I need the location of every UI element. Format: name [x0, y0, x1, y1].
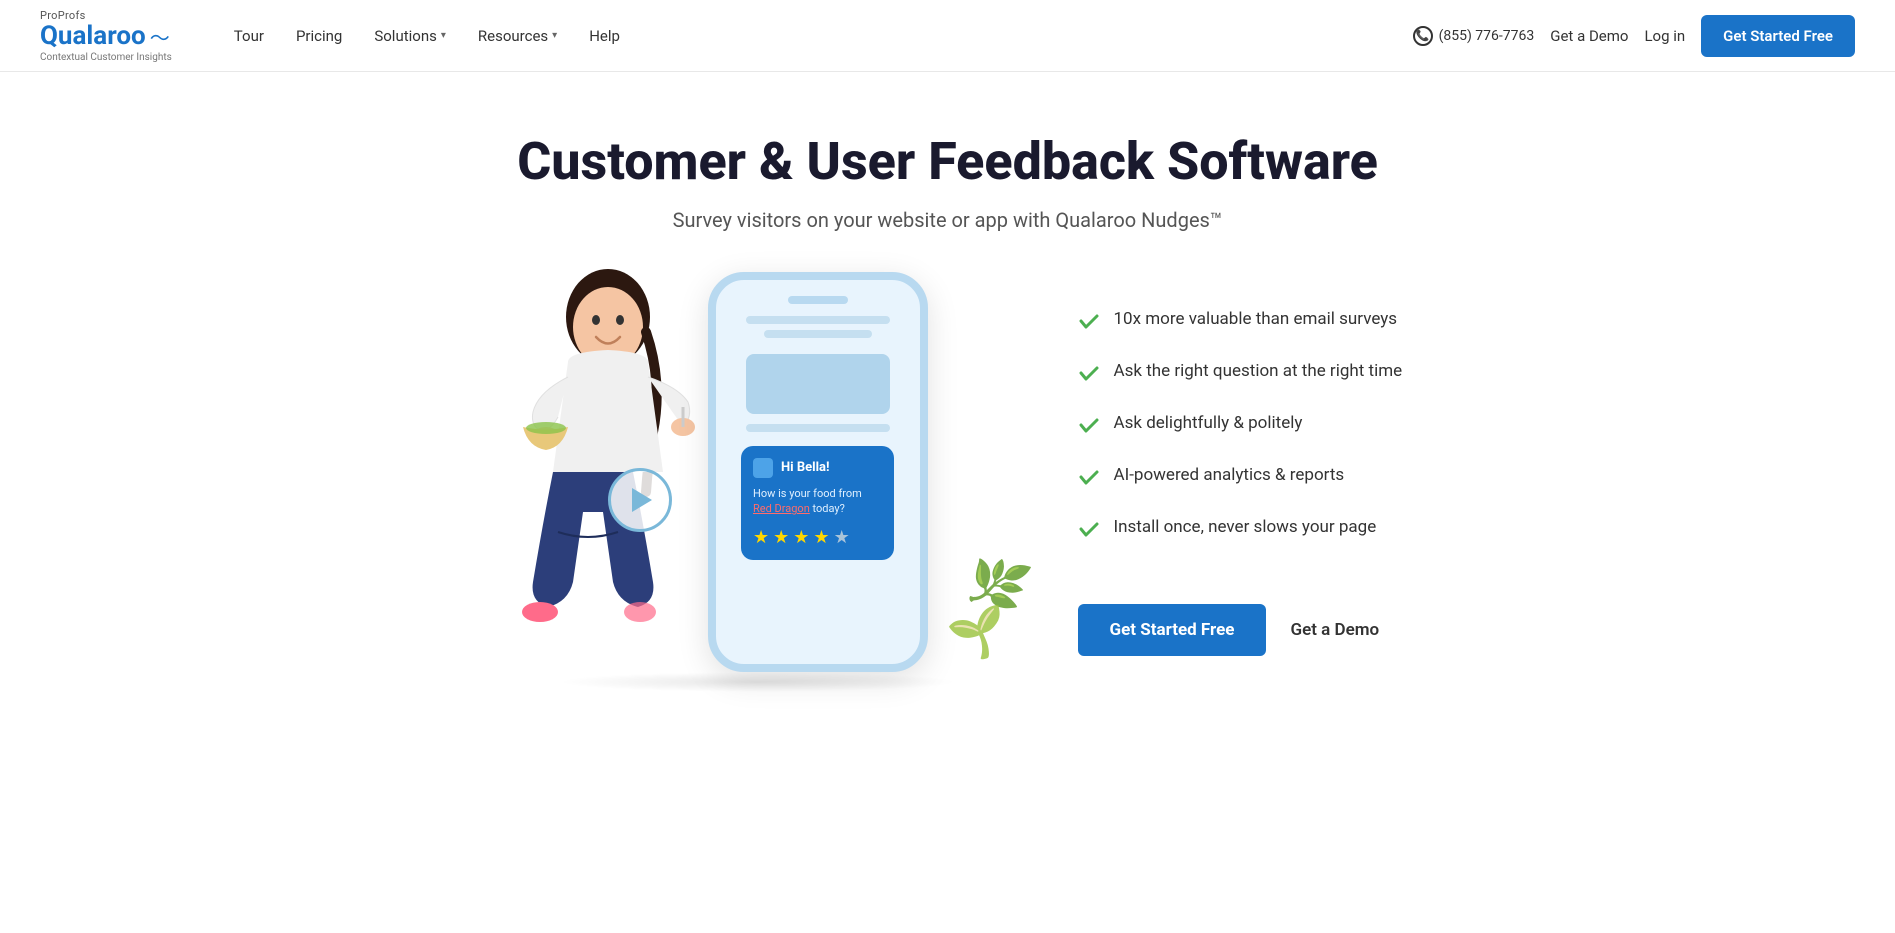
play-button[interactable]: [608, 468, 672, 532]
feature-text-2: Ask the right question at the right time: [1114, 360, 1403, 384]
hero-title: Customer & User Feedback Software: [517, 132, 1378, 192]
nav-login-link[interactable]: Log in: [1644, 27, 1685, 45]
nav-right: 📞 (855) 776-7763 Get a Demo Log in Get S…: [1413, 15, 1855, 57]
nav-links: Tour Pricing Solutions ▾ Resources ▾ Hel…: [220, 19, 1413, 53]
star-3[interactable]: ★: [793, 527, 809, 548]
hero-content: Hi Bella! How is your food from Red Drag…: [348, 272, 1548, 692]
feature-item-5: Install once, never slows your page: [1078, 516, 1418, 540]
phone-notch: [788, 296, 848, 304]
phone-line-1: [746, 316, 890, 324]
feature-item-1: 10x more valuable than email surveys: [1078, 308, 1418, 332]
logo-link[interactable]: ProProfs Qualaroo 〜 Contextual Customer …: [40, 9, 172, 63]
qualaroo-wordmark: Qualaroo: [40, 23, 146, 49]
hero-cta-group: Get Started Free Get a Demo: [1078, 604, 1418, 656]
ground-shadow: [558, 672, 958, 692]
nudge-question: How is your food from Red Dragon today?: [753, 486, 882, 517]
check-icon-2: [1078, 362, 1100, 384]
feature-item-3: Ask delightfully & politely: [1078, 412, 1418, 436]
feature-text-1: 10x more valuable than email surveys: [1114, 308, 1398, 332]
check-icon-3: [1078, 414, 1100, 436]
nav-pricing[interactable]: Pricing: [282, 19, 356, 53]
chevron-down-icon: ▾: [552, 30, 557, 41]
chevron-down-icon: ▾: [441, 30, 446, 41]
nudge-header: Hi Bella!: [753, 458, 882, 478]
phone-frame: Hi Bella! How is your food from Red Drag…: [708, 272, 928, 672]
navigation: ProProfs Qualaroo 〜 Contextual Customer …: [0, 0, 1895, 72]
nav-demo-link[interactable]: Get a Demo: [1550, 27, 1628, 45]
star-4[interactable]: ★: [813, 527, 829, 548]
nav-help[interactable]: Help: [575, 19, 634, 53]
nudge-stars[interactable]: ★ ★ ★ ★ ★: [753, 527, 882, 548]
phone-line-3: [746, 424, 890, 432]
phone-link[interactable]: 📞 (855) 776-7763: [1413, 26, 1535, 46]
star-5[interactable]: ★: [834, 527, 850, 548]
hero-subtitle: Survey visitors on your website or app w…: [673, 208, 1223, 232]
check-icon-1: [1078, 310, 1100, 332]
fish-icon: 〜: [150, 22, 170, 51]
feature-text-4: AI-powered analytics & reports: [1114, 464, 1345, 488]
leaf-decoration-2: 🌱: [943, 600, 1012, 667]
nav-solutions[interactable]: Solutions ▾: [360, 19, 460, 53]
feature-item-4: AI-powered analytics & reports: [1078, 464, 1418, 488]
nudge-avatar: [753, 458, 773, 478]
hero-section: Customer & User Feedback Software Survey…: [0, 72, 1895, 692]
nudge-greeting: Hi Bella!: [781, 460, 830, 475]
tagline: Contextual Customer Insights: [40, 52, 172, 63]
feature-text-5: Install once, never slows your page: [1114, 516, 1377, 540]
hero-cta-secondary[interactable]: Get a Demo: [1290, 620, 1379, 640]
star-2[interactable]: ★: [773, 527, 789, 548]
phone-line-2: [764, 330, 872, 338]
phone-icon: 📞: [1413, 26, 1433, 46]
check-icon-5: [1078, 518, 1100, 540]
check-icon-4: [1078, 466, 1100, 488]
nudge-card: Hi Bella! How is your food from Red Drag…: [741, 446, 894, 560]
star-1[interactable]: ★: [753, 527, 769, 548]
nav-tour[interactable]: Tour: [220, 19, 278, 53]
person-illustration: [478, 232, 738, 692]
play-icon: [632, 488, 652, 512]
nav-cta-button[interactable]: Get Started Free: [1701, 15, 1855, 57]
features-list: 10x more valuable than email surveys Ask…: [1078, 308, 1418, 656]
feature-item-2: Ask the right question at the right time: [1078, 360, 1418, 384]
nav-resources[interactable]: Resources ▾: [464, 19, 571, 53]
feature-text-3: Ask delightfully & politely: [1114, 412, 1303, 436]
phone-content-rect: [746, 354, 890, 414]
proprofs-label: ProProfs: [40, 9, 172, 22]
phone-illustration: Hi Bella! How is your food from Red Drag…: [478, 272, 1038, 692]
hero-cta-primary[interactable]: Get Started Free: [1078, 604, 1267, 656]
